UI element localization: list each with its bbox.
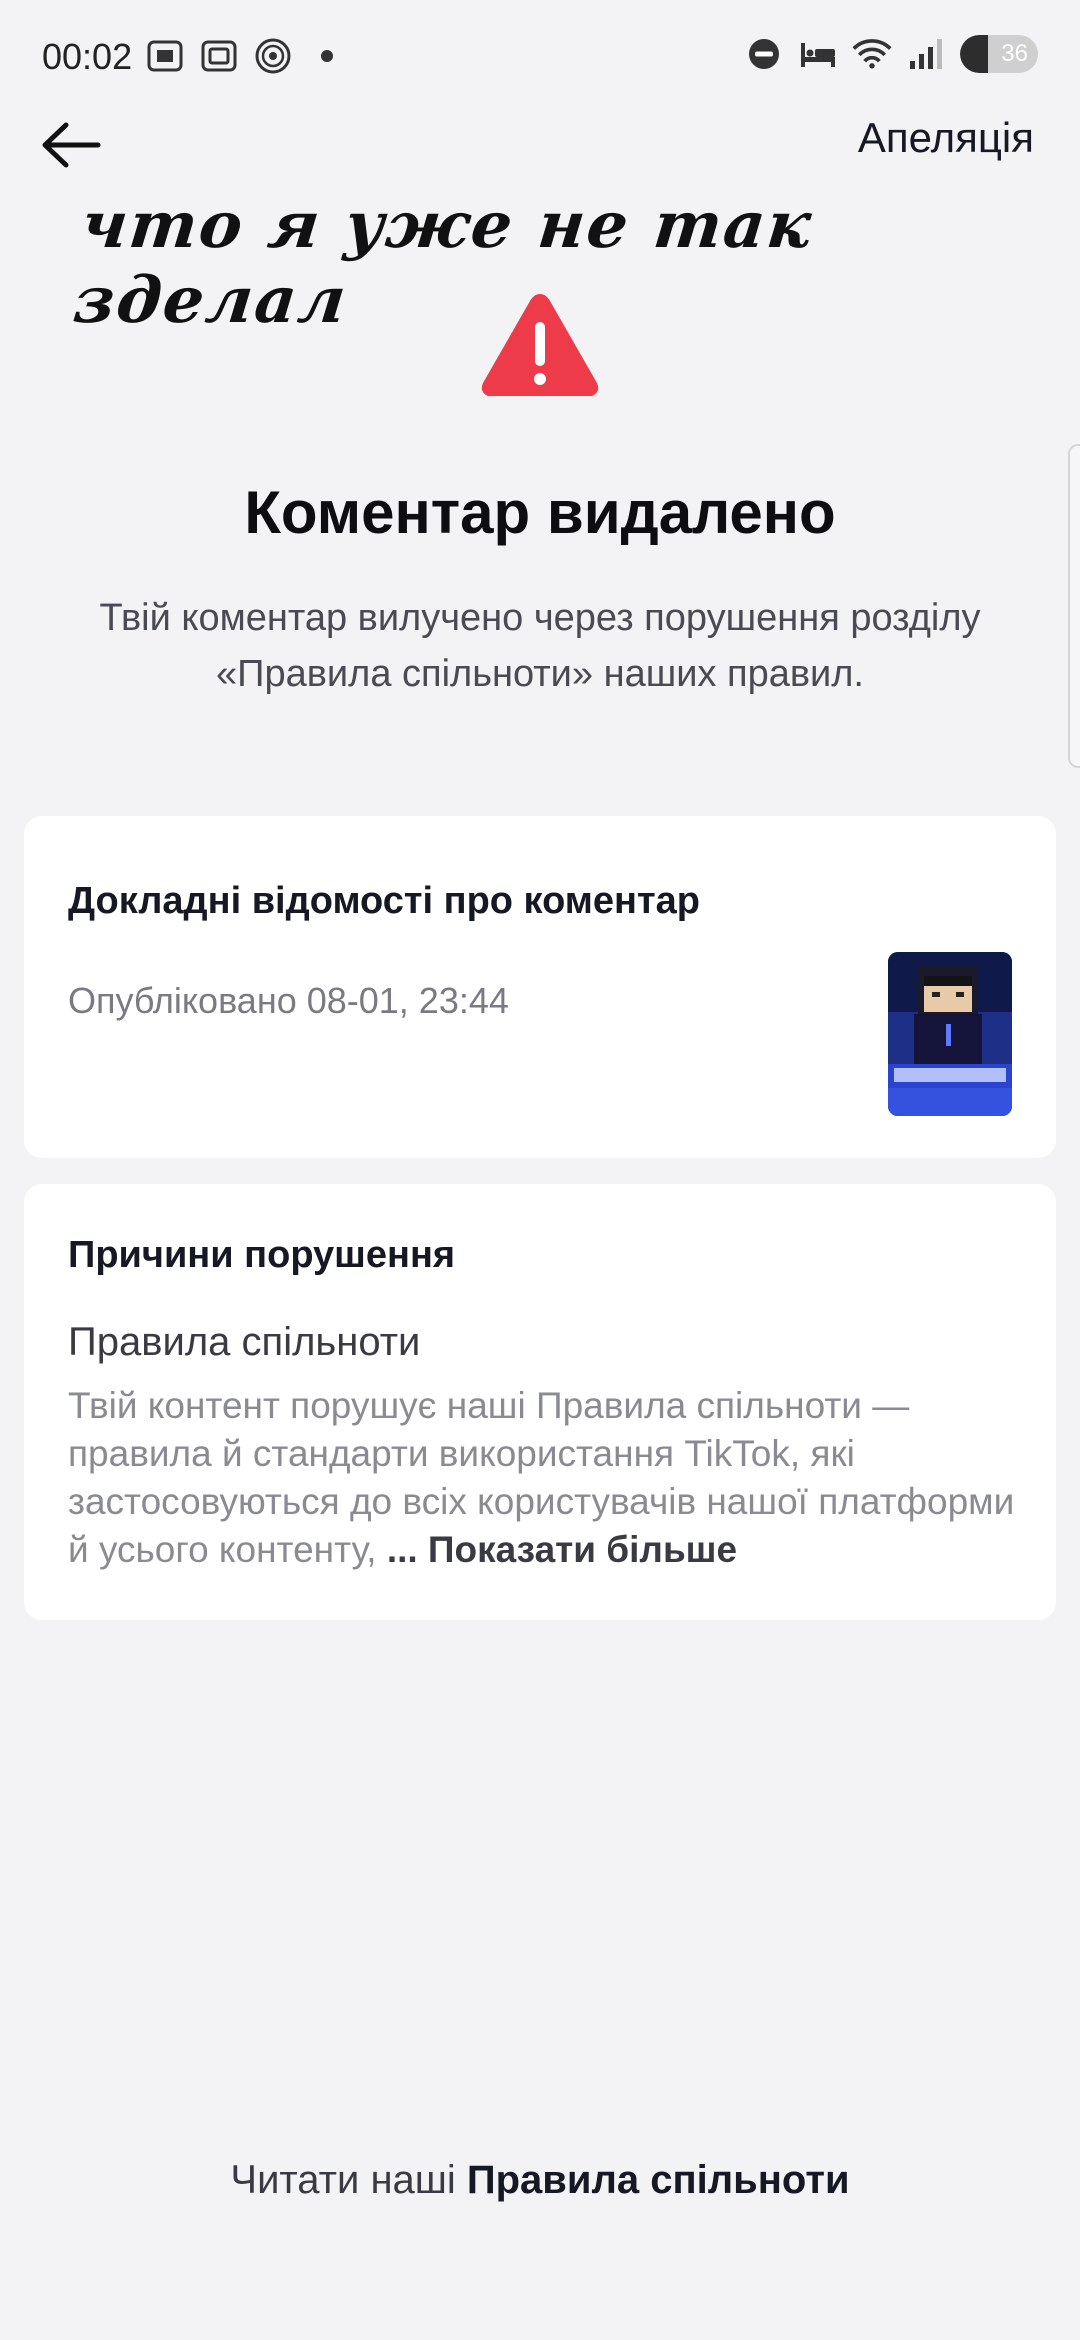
screenshot-icon [199,36,239,76]
battery-level: 36 [1001,40,1028,67]
battery-icon: 36 [960,35,1038,73]
back-button[interactable] [40,110,120,180]
status-icons-left [145,36,347,76]
comment-details-card: Докладні відомості про коментар Опубліко… [24,816,1056,1158]
status-icons-right: 36 [744,34,1038,74]
screen-record-icon [145,36,185,76]
cast-icon [253,36,293,76]
scroll-edge-handle [1068,444,1080,768]
violation-reasons-card: Причини порушення Правила спільноти Твій… [24,1184,1056,1620]
signal-icon [906,34,946,74]
status-bar: 00:02 36 [0,0,1080,110]
arrow-left-icon [42,122,101,168]
published-date: Опубліковано 08-01, 23:44 [68,980,509,1021]
dnd-icon [744,34,784,74]
page-title: Коментар видалено [244,479,836,546]
reasons-heading: Причини порушення [68,1234,456,1276]
video-thumbnail[interactable] [888,952,1012,1116]
warning-triangle-icon [478,288,602,402]
page-subtitle: Твій коментар вилучено через порушення р… [99,597,981,695]
wifi-icon [852,34,892,74]
rule-description: Твій контент порушує наші Правила спільн… [68,1382,1018,1574]
appeal-link[interactable]: Апеляція [858,114,1034,162]
bed-icon [798,34,838,74]
show-more-link[interactable]: ... Показати більше [387,1529,737,1570]
status-time: 00:02 [42,36,133,77]
footer-prefix: Читати наші [230,2158,467,2202]
details-heading: Докладні відомості про коментар [68,880,700,922]
rule-name: Правила спільноти [68,1320,421,1364]
dot-icon [307,36,347,76]
community-guidelines-link[interactable]: Правила спільноти [467,2158,850,2202]
footer-guidelines: Читати наші Правила спільноти [0,2158,1080,2203]
